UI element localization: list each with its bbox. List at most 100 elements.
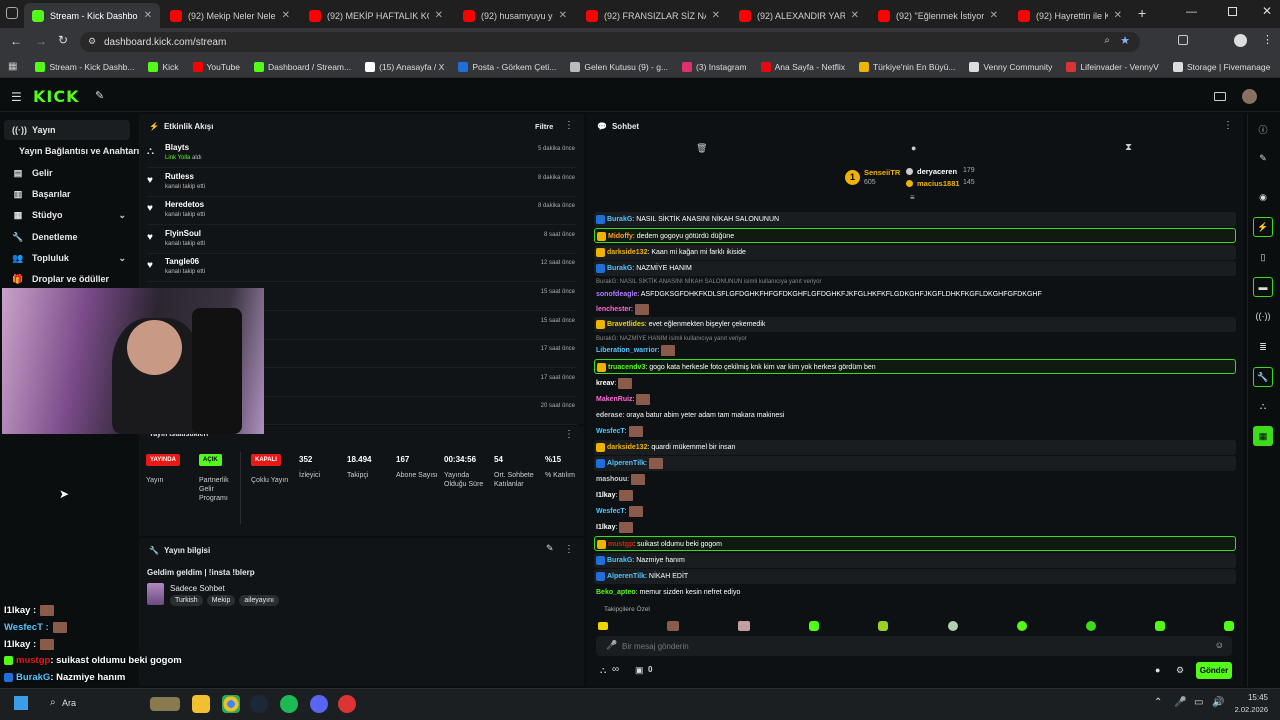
chat-username[interactable]: BurakG bbox=[607, 557, 632, 564]
chat-message[interactable]: WesfecT: bbox=[594, 504, 1236, 519]
app-icon[interactable] bbox=[338, 695, 356, 713]
chat-username[interactable]: sonofdeagle bbox=[596, 291, 637, 298]
browser-menu-icon[interactable]: ⋮ bbox=[1262, 33, 1273, 46]
chat-message[interactable]: Midoffy: dedem gogoyu götürdü düğüne bbox=[594, 228, 1236, 243]
bookmark-item[interactable]: Gelen Kutusu (9) - g... bbox=[570, 61, 668, 72]
bookmark-item[interactable]: Lifeinvader - VennyV bbox=[1066, 61, 1159, 72]
sidebar-item[interactable]: ▦ Stüdyo ⌄ bbox=[4, 205, 130, 225]
apps-icon[interactable]: ▦ bbox=[8, 61, 17, 72]
browser-tab[interactable]: (92) "Eğlenmek İstiyorsan✕ bbox=[870, 3, 1006, 28]
activity-user[interactable]: Tangle06 bbox=[165, 257, 199, 266]
tray-volume-icon[interactable]: 🔊 bbox=[1212, 697, 1224, 708]
browser-tab[interactable]: (92) Mekip Neler Neler 4✕ bbox=[162, 3, 298, 28]
chat-message[interactable]: mashouu: bbox=[594, 472, 1236, 487]
bookmark-item[interactable]: (3) Instagram bbox=[682, 61, 747, 72]
chat-username[interactable]: BurakG bbox=[607, 265, 632, 272]
chat-username[interactable]: MakenRuiz bbox=[596, 396, 633, 403]
user-avatar[interactable] bbox=[1242, 89, 1257, 104]
chat-message[interactable]: I1lkay: bbox=[594, 520, 1236, 535]
chat-tool-icon[interactable]: ▬ bbox=[1253, 277, 1273, 297]
sidebar-item[interactable]: Yayın Bağlantısı ve Anahtarı bbox=[4, 141, 139, 161]
close-tab-icon[interactable]: ✕ bbox=[984, 10, 998, 21]
stats-menu-icon[interactable]: ⋮ bbox=[564, 429, 574, 440]
chat-menu-icon[interactable]: ⋮ bbox=[1223, 120, 1233, 131]
expand-top-icon[interactable]: ≡ bbox=[910, 193, 915, 202]
chat-username[interactable]: I1lkay bbox=[596, 524, 615, 531]
browser-tab[interactable]: (92) FRANSIZLAR SİZ NAF ✕ bbox=[578, 3, 728, 28]
kick-logo[interactable]: KICK bbox=[33, 87, 80, 106]
chat-username[interactable]: Midoffy bbox=[608, 233, 633, 240]
chat-username[interactable]: Liberation_warrior bbox=[596, 347, 657, 354]
phone-icon[interactable]: ▯ bbox=[1253, 247, 1273, 267]
site-info-icon[interactable]: ⚙ bbox=[88, 36, 96, 47]
tab-switcher-icon[interactable] bbox=[6, 7, 18, 19]
browser-tab[interactable]: (92) husamyuyu yayın val✕ bbox=[455, 3, 575, 28]
close-tab-icon[interactable]: ✕ bbox=[553, 10, 567, 21]
activity-user[interactable]: Heredetos bbox=[165, 200, 204, 209]
chat-input-box[interactable]: 🎤 ☺ bbox=[596, 636, 1232, 656]
microphone-icon[interactable]: 🎤 bbox=[606, 640, 617, 651]
chat-message[interactable]: ederase: oraya batur abim yeter adam tam… bbox=[594, 408, 1236, 423]
activity-menu-icon[interactable]: ⋮ bbox=[564, 120, 574, 131]
close-tab-icon[interactable]: ✕ bbox=[429, 10, 443, 21]
extensions-icon[interactable] bbox=[1178, 35, 1188, 45]
chat-rules-icon[interactable]: ● bbox=[1155, 665, 1160, 675]
profile-icon[interactable] bbox=[1234, 34, 1247, 47]
chat-message[interactable]: mustgp: suikast oldumu beki gogom bbox=[594, 536, 1236, 551]
gift-icon[interactable]: ▣ bbox=[635, 665, 644, 676]
chat-message[interactable]: sonofdeagle: ASFDGKSGFDHKFKDLSFLGFDGHKFH… bbox=[594, 287, 1236, 302]
filter-button[interactable]: Filtre bbox=[535, 122, 553, 131]
sidebar-item[interactable]: 🔧 Denetleme bbox=[4, 227, 130, 247]
chat-message[interactable]: darkside132: Kaan mi kağan mi farklı iki… bbox=[594, 245, 1236, 260]
browser-tab[interactable]: Stream - Kick Dashboard✕ bbox=[24, 3, 160, 28]
chat-username[interactable]: kreav bbox=[596, 380, 614, 387]
back-icon[interactable]: ← bbox=[10, 34, 22, 48]
chat-message[interactable]: Beko_apteo: memur sizden kesin nefret ed… bbox=[594, 585, 1236, 600]
activity-user[interactable]: FlyinSoul bbox=[165, 229, 201, 238]
bookmark-item[interactable]: YouTube bbox=[192, 61, 240, 72]
bookmark-item[interactable]: Stream - Kick Dashb... bbox=[35, 61, 134, 72]
sidebar-item[interactable]: 🎁 Droplar ve ödüller bbox=[4, 269, 130, 289]
bookmark-item[interactable]: Dashboard / Stream... bbox=[253, 61, 351, 72]
chat-message[interactable]: BurakG: NASIL SİKTİK ANASINI NİKAH SALON… bbox=[594, 212, 1236, 227]
chat-username[interactable]: ederase bbox=[596, 412, 622, 419]
new-tab-button[interactable]: + bbox=[1138, 5, 1146, 21]
emote-icon[interactable] bbox=[738, 621, 751, 631]
chat-username[interactable]: Beko_apteo bbox=[596, 589, 636, 596]
send-button[interactable]: Gönder bbox=[1196, 662, 1232, 679]
chat-message[interactable]: BurakG: Nazmiye hanım bbox=[594, 553, 1236, 568]
chat-username[interactable]: lenchester bbox=[596, 306, 631, 313]
category-name[interactable]: Sadece Sohbet bbox=[170, 584, 225, 593]
discord-icon[interactable] bbox=[310, 695, 328, 713]
bookmark-item[interactable]: Storage | Fivemanage bbox=[1172, 61, 1270, 72]
taskbar-widget-icon[interactable] bbox=[150, 697, 180, 711]
chat-message[interactable]: WesfecT: bbox=[594, 424, 1236, 439]
wrench-tool-icon[interactable]: 🔧 bbox=[1253, 367, 1273, 387]
top-chatter-name[interactable]: macius1881 bbox=[917, 179, 960, 188]
close-tab-icon[interactable]: ✕ bbox=[845, 10, 859, 21]
chat-username[interactable]: I1lkay bbox=[596, 492, 615, 499]
chat-message[interactable]: darkside132: quardi mükemmel bir insan bbox=[594, 440, 1236, 455]
chat-message[interactable]: kreav: bbox=[594, 376, 1236, 391]
sidebar-item[interactable]: ▤ Gelir bbox=[4, 163, 130, 183]
chat-username[interactable]: AlperenTilk bbox=[607, 573, 645, 580]
maximize-button[interactable] bbox=[1228, 7, 1237, 16]
chat-username[interactable]: WesfecT bbox=[596, 508, 625, 515]
chat-input[interactable] bbox=[622, 639, 1192, 653]
camera-icon[interactable]: ◉ bbox=[1253, 187, 1273, 207]
chat-username[interactable]: truacendv3 bbox=[608, 364, 645, 371]
chat-username[interactable]: AlperenTilk bbox=[607, 460, 645, 467]
minimize-button[interactable]: — bbox=[1186, 6, 1197, 18]
chat-mode-icon[interactable]: ● bbox=[911, 143, 916, 153]
activity-user[interactable]: Rutless bbox=[165, 172, 194, 181]
emote-icon[interactable] bbox=[598, 622, 608, 630]
sidebar-item[interactable]: ((·)) Yayın bbox=[4, 120, 130, 140]
bookmark-item[interactable]: Kick bbox=[148, 61, 179, 72]
emote-icon[interactable] bbox=[947, 621, 958, 631]
edit-icon[interactable]: ✎ bbox=[546, 543, 554, 554]
reload-icon[interactable]: ↻ bbox=[58, 33, 68, 47]
emote-icon[interactable] bbox=[878, 621, 889, 631]
activity-user[interactable]: Blayts bbox=[165, 143, 189, 152]
chat-username[interactable]: darkside132 bbox=[607, 444, 647, 451]
emote-icon[interactable] bbox=[1085, 621, 1096, 631]
